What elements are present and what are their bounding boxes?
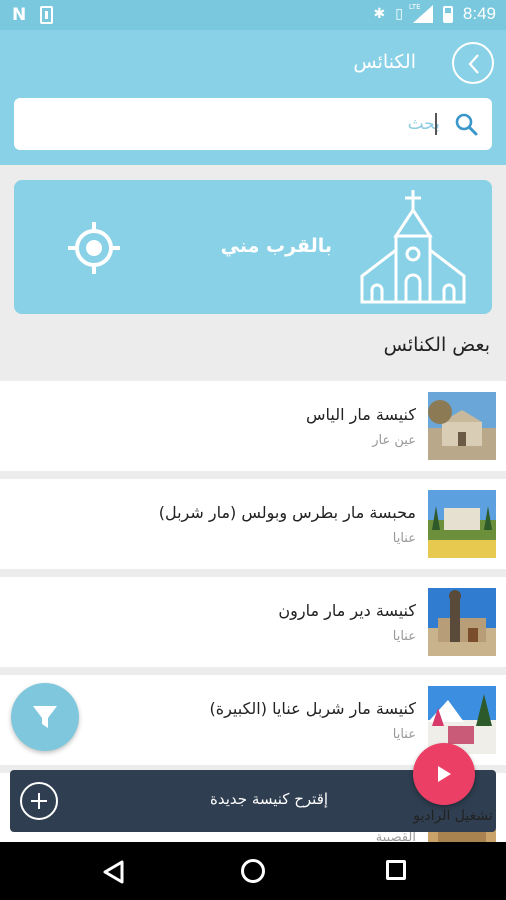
church-location: عين عار xyxy=(372,433,416,448)
chevron-right-icon xyxy=(468,54,479,74)
radio-label: تشغيل الراديو xyxy=(413,808,493,824)
radio-play-button[interactable] xyxy=(413,743,475,805)
church-thumbnail xyxy=(428,392,496,460)
status-time: 8:49 xyxy=(462,4,496,23)
battery-icon xyxy=(442,5,453,23)
church-name: كنيسة دير مار مارون xyxy=(278,601,416,620)
crosshair-icon xyxy=(68,222,120,274)
church-thumbnail xyxy=(428,490,496,558)
home-icon[interactable] xyxy=(241,859,265,883)
church-name: كنيسة مار الياس xyxy=(305,405,416,424)
add-circle-icon[interactable] xyxy=(20,782,58,820)
list-item[interactable]: محبسة مار بطرس وبولس (مار شربل) عنايا xyxy=(0,479,506,569)
back-icon[interactable] xyxy=(102,860,124,884)
section-title: بعض الكنائس xyxy=(383,334,490,356)
search-input[interactable] xyxy=(60,110,440,138)
n-icon: N xyxy=(12,5,27,25)
page-title: الكنائس xyxy=(353,51,416,73)
status-bar: N ✱ ▯ LTE 8:49 xyxy=(0,0,506,30)
church-thumbnail xyxy=(428,588,496,656)
filter-icon xyxy=(33,706,57,728)
filter-button[interactable] xyxy=(11,683,79,751)
recents-icon[interactable] xyxy=(386,860,406,880)
list-item[interactable]: كنيسة مار الياس عين عار xyxy=(0,381,506,471)
text-caret xyxy=(435,113,437,135)
app-root: N ✱ ▯ LTE 8:49 الكنائس بحث بالقرب مني بع… xyxy=(0,0,506,900)
near-me-label: بالقرب مني xyxy=(220,235,332,257)
download-box-icon xyxy=(40,6,54,24)
suggest-church-label: إقترح كنيسة جديدة xyxy=(210,790,329,808)
system-nav-bar xyxy=(0,842,506,900)
near-me-card[interactable]: بالقرب مني xyxy=(14,180,492,314)
app-header: الكنائس xyxy=(0,30,506,165)
lte-label: LTE xyxy=(408,3,421,11)
church-location: عنايا xyxy=(392,629,416,644)
search-icon[interactable] xyxy=(454,112,478,136)
bluetooth-icon: ✱ xyxy=(373,6,386,22)
church-location: عنايا xyxy=(392,531,416,546)
vibrate-icon: ▯ xyxy=(395,6,403,22)
lte-signal-icon: LTE xyxy=(409,3,433,23)
search-bar xyxy=(14,98,492,150)
back-button[interactable] xyxy=(452,42,494,84)
list-item[interactable]: كنيسة دير مار مارون عنايا xyxy=(0,577,506,667)
church-location: عنايا xyxy=(392,727,416,742)
church-icon xyxy=(360,190,466,304)
church-name: محبسة مار بطرس وبولس (مار شربل) xyxy=(158,503,416,522)
church-name: كنيسة مار شربل عنايا (الكبيرة) xyxy=(209,699,416,718)
